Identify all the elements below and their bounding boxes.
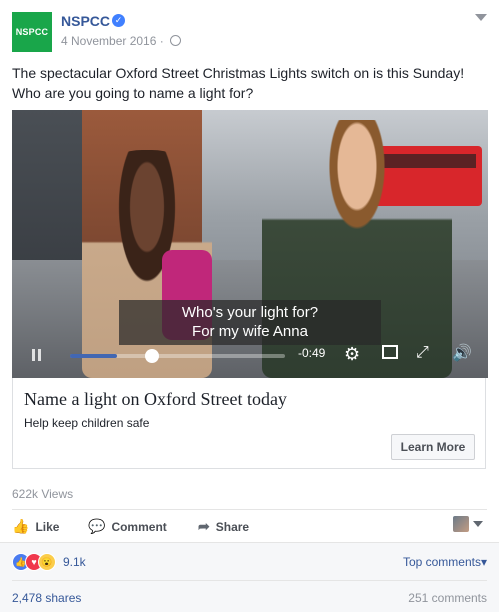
fullscreen-icon[interactable]: ⤢ [416, 344, 429, 362]
gear-icon[interactable]: ⚙ [344, 344, 360, 365]
commenter-avatar[interactable] [453, 516, 469, 532]
post-header: NSPCC NSPCC ✓ 4 November 2016 · [12, 12, 487, 52]
comment-label: Comment [111, 520, 167, 534]
chevron-down-icon[interactable] [473, 521, 483, 527]
like-label: Like [35, 520, 60, 534]
reactions-section: 👍 ♥ 😮 9.1k Top comments▾ 2,478 shares 25… [0, 542, 499, 612]
post-date[interactable]: 4 November 2016 [61, 34, 156, 48]
share-count[interactable]: 2,478 shares [12, 591, 81, 605]
time-remaining: -0:49 [298, 346, 326, 360]
learn-more-button[interactable]: Learn More [391, 434, 475, 460]
scrubber-progress [70, 354, 118, 358]
globe-icon [170, 35, 182, 46]
comment-button[interactable]: 💬 Comment [88, 518, 167, 535]
separator-dot: · [159, 34, 168, 48]
divider [12, 580, 487, 581]
subtitle-line-1: Who's your light for? [181, 304, 319, 321]
top-comments-dropdown[interactable]: Top comments▾ [403, 555, 487, 569]
link-subtitle: Help keep children safe [24, 416, 150, 430]
share-button[interactable]: ➦ Share [198, 518, 249, 535]
caret-icon: ▾ [480, 555, 487, 569]
facebook-post: NSPCC NSPCC ✓ 4 November 2016 · The spec… [0, 0, 499, 612]
post-text: The spectacular Oxford Street Christmas … [12, 65, 465, 101]
like-button[interactable]: 👍 Like [12, 518, 59, 535]
action-bar: 👍 Like 💬 Comment ➦ Share [12, 512, 487, 540]
scrubber-handle[interactable] [145, 349, 160, 363]
comment-count[interactable]: 251 comments [408, 591, 487, 605]
reaction-count[interactable]: 9.1k [63, 555, 86, 569]
post-meta: 4 November 2016 · [61, 34, 182, 48]
page-name[interactable]: NSPCC [61, 13, 110, 29]
page-avatar[interactable]: NSPCC [12, 12, 52, 52]
view-count: 622k Views [12, 487, 74, 501]
speech-bubble-icon: 💬 [88, 518, 106, 534]
pause-icon[interactable] [32, 349, 42, 361]
thumbs-up-icon: 👍 [12, 518, 30, 534]
video-player[interactable]: Who's your light for? For my wife Anna -… [12, 110, 488, 378]
share-label: Share [215, 520, 250, 534]
divider [12, 509, 487, 510]
link-preview-card[interactable]: Name a light on Oxford Street today Help… [12, 378, 486, 469]
verified-badge-icon: ✓ [112, 14, 125, 27]
link-title[interactable]: Name a light on Oxford Street today [24, 389, 287, 410]
top-comments-label: Top comments [402, 555, 481, 569]
post-options-chevron-icon[interactable] [475, 14, 487, 21]
share-arrow-icon: ➦ [198, 518, 210, 534]
avatar-text: NSPCC [15, 27, 49, 37]
video-subtitle: Who's your light for? For my wife Anna [119, 300, 381, 345]
video-scrubber[interactable] [70, 349, 285, 363]
captions-icon[interactable] [382, 345, 398, 359]
wow-reaction-icon: 😮 [38, 553, 56, 571]
video-controls: -0:49 ⚙ ⤢ 🔊 [12, 340, 488, 378]
subtitle-line-2: For my wife Anna [192, 323, 308, 340]
volume-icon[interactable]: 🔊 [452, 343, 472, 363]
